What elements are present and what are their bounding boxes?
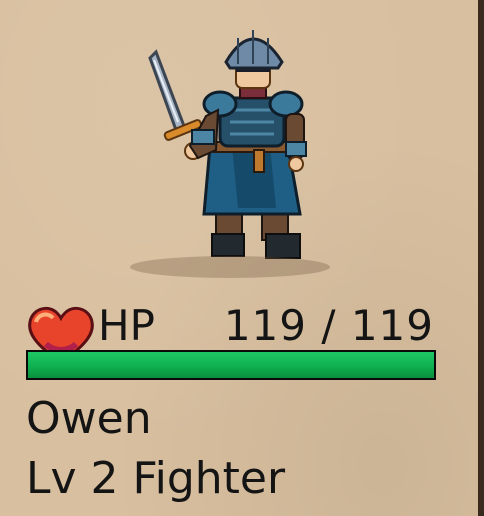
hp-label: HP [98,301,155,350]
fighter-sprite [120,18,340,278]
character-name: Owen [26,393,152,444]
hp-row: HP 119 / 119 [26,300,446,364]
character-panel: HP 119 / 119 Owen Lv 2 Fighter [0,0,484,516]
hp-value: 119 / 119 [223,301,434,350]
hp-bar [26,350,436,380]
hp-bar-fill [28,352,434,378]
character-level-class: Lv 2 Fighter [26,453,286,504]
knight-icon [148,30,307,259]
sprite-shadow [130,256,330,278]
